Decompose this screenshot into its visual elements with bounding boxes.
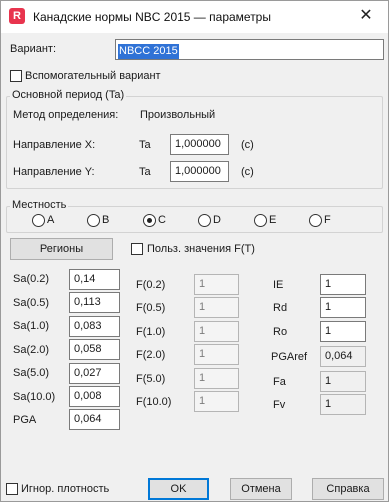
- ro-label: Ro: [273, 326, 288, 338]
- fv-label: Fv: [273, 399, 286, 411]
- ro-input[interactable]: 1: [320, 321, 366, 342]
- pgaref-value: 0,064: [320, 346, 366, 367]
- help-button[interactable]: Справка: [312, 478, 384, 500]
- variant-input[interactable]: NBCC 2015: [115, 39, 384, 60]
- f-label-5: F(10.0): [136, 396, 172, 408]
- method-value: Произвольный: [140, 109, 216, 121]
- rd-label: Rd: [273, 302, 288, 314]
- f-label-3: F(2.0): [136, 349, 166, 361]
- f-label-4: F(5.0): [136, 373, 166, 385]
- fa-label: Fa: [273, 376, 286, 388]
- variant-value: NBCC 2015: [118, 44, 179, 59]
- site-radio-c[interactable]: [143, 214, 156, 227]
- f-input-0[interactable]: 1: [194, 274, 239, 295]
- variant-label: Вариант:: [10, 43, 57, 55]
- ie-input[interactable]: 1: [320, 274, 366, 295]
- sa-label-0: Sa(0.2): [13, 273, 50, 285]
- method-label: Метод определения:: [13, 109, 119, 121]
- site-label-c: C: [158, 214, 166, 226]
- sa-label-5: Sa(10.0): [13, 391, 56, 403]
- pga-input[interactable]: 0,064: [69, 409, 120, 430]
- sa-input-4[interactable]: 0,027: [69, 363, 120, 384]
- ignore-density-checkbox[interactable]: [6, 483, 18, 495]
- f-label-2: F(1.0): [136, 326, 166, 338]
- dir-y-label: Направление Y:: [13, 166, 95, 178]
- period-group-title: Основной период (Ta): [10, 89, 127, 101]
- regions-button[interactable]: Регионы: [10, 238, 113, 260]
- site-radio-e[interactable]: [254, 214, 267, 227]
- site-radio-f[interactable]: [309, 214, 322, 227]
- sa-label-3: Sa(2.0): [13, 344, 50, 356]
- site-label-f: F: [324, 214, 331, 226]
- site-class-title: Местность: [10, 199, 69, 211]
- pgaref-label: PGAref: [271, 351, 308, 363]
- site-label-a: A: [47, 214, 55, 226]
- window-title: Канадские нормы NBC 2015 — параметры: [33, 10, 271, 24]
- ok-button[interactable]: OK: [148, 478, 209, 500]
- title-bar: R Канадские нормы NBC 2015 — параметры ✕: [1, 1, 388, 33]
- pga-label: PGA: [13, 414, 37, 426]
- app-icon: R: [9, 8, 25, 24]
- f-input-2[interactable]: 1: [194, 321, 239, 342]
- rd-input[interactable]: 1: [320, 297, 366, 318]
- sa-label-2: Sa(1.0): [13, 320, 50, 332]
- dir-y-symbol: Ta: [139, 166, 151, 178]
- f-label-0: F(0.2): [136, 279, 166, 291]
- ta-y-input[interactable]: 1,000000: [170, 161, 229, 182]
- site-radio-d[interactable]: [198, 214, 211, 227]
- ignore-density-label: Игнор. плотность: [21, 483, 110, 495]
- ta-x-input[interactable]: 1,000000: [170, 134, 229, 155]
- site-label-d: D: [213, 214, 221, 226]
- dir-x-label: Направление X:: [13, 139, 96, 151]
- dir-y-unit: (c): [241, 166, 254, 178]
- aux-variant-checkbox[interactable]: [10, 70, 22, 82]
- dialog-window: R Канадские нормы NBC 2015 — параметры ✕…: [0, 0, 389, 502]
- fa-value: 1: [320, 371, 366, 392]
- f-input-1[interactable]: 1: [194, 297, 239, 318]
- sa-input-2[interactable]: 0,083: [69, 316, 120, 337]
- sa-input-0[interactable]: 0,14: [69, 269, 120, 290]
- f-input-5[interactable]: 1: [194, 391, 239, 412]
- sa-input-1[interactable]: 0,113: [69, 292, 120, 313]
- sa-label-1: Sa(0.5): [13, 297, 50, 309]
- sa-input-5[interactable]: 0,008: [69, 386, 120, 407]
- site-radio-a[interactable]: [32, 214, 45, 227]
- dir-x-unit: (c): [241, 139, 254, 151]
- user-f-checkbox[interactable]: [131, 243, 143, 255]
- site-label-e: E: [269, 214, 277, 226]
- user-f-label: Польз. значения F(T): [147, 243, 255, 255]
- f-input-3[interactable]: 1: [194, 344, 239, 365]
- sa-label-4: Sa(5.0): [13, 367, 50, 379]
- site-label-b: B: [102, 214, 110, 226]
- sa-input-3[interactable]: 0,058: [69, 339, 120, 360]
- ie-label: IE: [273, 279, 284, 291]
- f-label-1: F(0.5): [136, 302, 166, 314]
- fv-value: 1: [320, 394, 366, 415]
- dir-x-symbol: Ta: [139, 139, 151, 151]
- aux-variant-label: Вспомогательный вариант: [25, 70, 161, 82]
- close-icon[interactable]: ✕: [346, 1, 386, 31]
- site-radio-b[interactable]: [87, 214, 100, 227]
- cancel-button[interactable]: Отмена: [230, 478, 292, 500]
- f-input-4[interactable]: 1: [194, 368, 239, 389]
